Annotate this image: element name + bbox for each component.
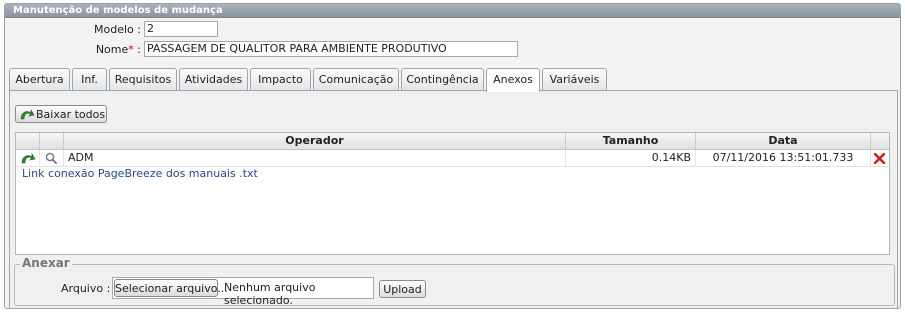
tab-variaveis[interactable]: Variáveis (542, 68, 607, 90)
no-file-text: Nenhum arquivo selecionado. (224, 281, 316, 307)
attachment-file-link[interactable]: Link conexão PageBreeze dos manuais .txt (22, 167, 258, 180)
anexar-legend: Anexar (20, 256, 72, 270)
anexar-fieldset: Anexar Arquivo : Selecionar arquivo... N… (14, 256, 895, 307)
upload-button[interactable]: Upload (379, 280, 426, 298)
row-download-cell[interactable] (16, 150, 40, 166)
select-file-button[interactable]: Selecionar arquivo... (114, 279, 228, 297)
tab-contingencia[interactable]: Contingência (401, 68, 484, 90)
tab-impacto[interactable]: Impacto (250, 68, 311, 90)
anexos-tab-content: Baixar todos Operador Tamanho Data ADM 0… (9, 90, 898, 309)
download-all-button[interactable]: Baixar todos (15, 105, 107, 123)
modelo-field[interactable] (144, 21, 218, 37)
file-input[interactable]: Selecionar arquivo... Nenhum arquivo sel… (112, 277, 374, 307)
tab-abertura[interactable]: Abertura (9, 68, 70, 90)
arquivo-label: Arquivo : (61, 282, 111, 295)
nome-field[interactable] (144, 41, 518, 57)
header-spacer (40, 133, 64, 149)
data-cell: 07/11/2016 13:51:01.733 (696, 150, 871, 166)
header-spacer (871, 133, 889, 149)
tab-inf[interactable]: Inf. (72, 68, 107, 90)
nome-label: Nome (95, 43, 129, 56)
tamanho-cell: 0.14KB (566, 150, 696, 166)
magnifier-icon[interactable] (45, 152, 58, 165)
column-tamanho[interactable]: Tamanho (566, 133, 696, 149)
download-all-label: Baixar todos (36, 108, 106, 121)
change-model-panel: Manutenção de modelos de mudança Modelo … (4, 3, 901, 309)
table-row: ADM 0.14KB 07/11/2016 13:51:01.733 (16, 150, 889, 167)
download-icon[interactable] (20, 152, 36, 164)
modelo-label: Modelo : (94, 23, 141, 36)
row-view-cell[interactable] (40, 150, 64, 166)
grid-header: Operador Tamanho Data (16, 133, 889, 150)
operador-cell: ADM (64, 150, 566, 166)
column-operador[interactable]: Operador (64, 133, 566, 149)
nome-colon: : (137, 43, 141, 56)
tab-atividades[interactable]: Atividades (179, 68, 248, 90)
attachments-grid: Operador Tamanho Data ADM 0.14KB 07/11/2… (15, 132, 890, 255)
delete-icon[interactable] (874, 153, 885, 164)
panel-title: Manutenção de modelos de mudança (5, 4, 900, 18)
row-delete-cell[interactable] (871, 150, 889, 166)
header-spacer (16, 133, 40, 149)
column-data[interactable]: Data (696, 133, 871, 149)
tab-anexos[interactable]: Anexos (486, 68, 540, 92)
tab-comunicacao[interactable]: Comunicação (313, 68, 399, 90)
download-icon (19, 108, 35, 120)
required-marker: * (128, 43, 134, 56)
nome-label-group: Nome* : (61, 43, 141, 56)
tab-requisitos[interactable]: Requisitos (109, 68, 177, 90)
